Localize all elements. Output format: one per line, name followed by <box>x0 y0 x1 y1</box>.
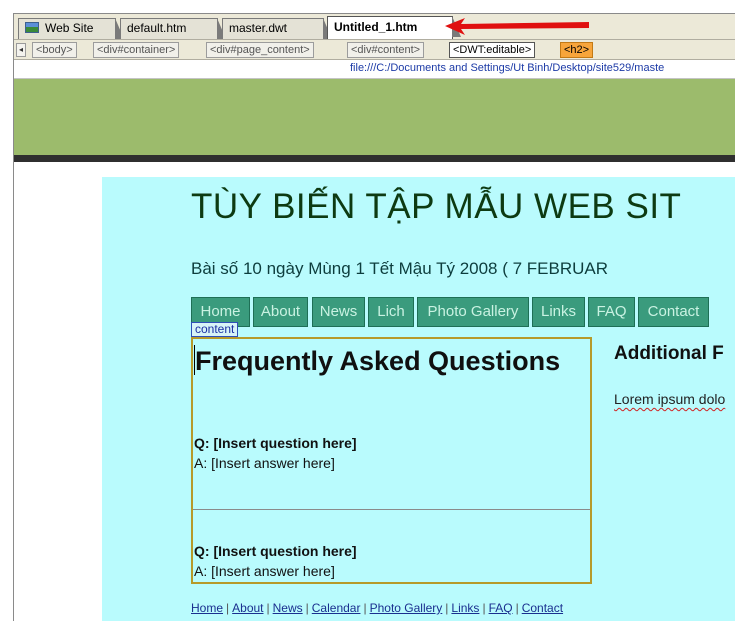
tab-label: master.dwt <box>229 21 288 35</box>
footer-link-contact[interactable]: Contact <box>522 601 563 615</box>
faq-heading[interactable]: Frequently Asked Questions <box>195 343 575 379</box>
faq-question-1[interactable]: Q: [Insert question here] <box>194 435 357 451</box>
tab-label: default.htm <box>127 21 187 35</box>
red-arrow-icon <box>445 18 589 35</box>
site-subtitle: Bài số 10 ngày Mùng 1 Tết Mậu Tý 2008 ( … <box>191 259 609 278</box>
tag-div-page-content[interactable]: <div#page_content> <box>206 42 314 58</box>
site-icon <box>25 22 39 33</box>
document-tab-bar: Web Site default.htm master.dwt Untitled… <box>14 14 735 39</box>
editor-window: Web Site default.htm master.dwt Untitled… <box>13 13 735 621</box>
tab-label: Web Site <box>45 21 94 35</box>
tab-web-site[interactable]: Web Site <box>18 18 124 39</box>
footer-separator: | <box>515 601 519 615</box>
nav-links[interactable]: Links <box>532 297 585 327</box>
footer-link-home[interactable]: Home <box>191 601 223 615</box>
tab-untitled-1-htm[interactable]: Untitled_1.htm <box>327 16 461 39</box>
header-divider <box>14 155 735 162</box>
footer-separator: | <box>226 601 230 615</box>
faq-question-2[interactable]: Q: [Insert question here] <box>194 543 357 559</box>
editable-region-content[interactable]: Frequently Asked Questions Q: [Insert qu… <box>191 337 592 584</box>
tag-selector-bar: ◂ <body> <div#container> <div#page_conte… <box>14 39 735 60</box>
file-path: file:///C:/Documents and Settings/Ut Bin… <box>350 62 665 74</box>
nav-news[interactable]: News <box>312 297 365 327</box>
footer-links: Home | About | News | Calendar | Photo Gallery | L… <box>191 601 563 615</box>
tab-label: Untitled_1.htm <box>334 20 418 34</box>
tag-h2-selected[interactable]: <h2> <box>560 42 594 58</box>
footer-link-links[interactable]: Links <box>451 601 479 615</box>
nav-faq[interactable]: FAQ <box>588 297 635 327</box>
design-view: TÙY BIẾN TẬP MẪU WEB SIT Bài số 10 ngày … <box>14 79 735 621</box>
header-band <box>14 79 735 155</box>
nav-about[interactable]: About <box>253 297 308 327</box>
tab-default-htm[interactable]: default.htm <box>120 18 226 39</box>
tag-div-container[interactable]: <div#container> <box>93 42 180 58</box>
footer-link-calendar[interactable]: Calendar <box>312 601 361 615</box>
footer-link-faq[interactable]: FAQ <box>489 601 513 615</box>
footer-separator: | <box>305 601 309 615</box>
nav-contact[interactable]: Contact <box>638 297 709 327</box>
footer-separator: | <box>363 601 367 615</box>
faq-answer-1[interactable]: A: [Insert answer here] <box>194 455 335 471</box>
sidebar-text: Lorem ipsum dolo <box>614 391 726 407</box>
page-container: TÙY BIẾN TẬP MẪU WEB SIT Bài số 10 ngày … <box>102 177 735 621</box>
faq-divider <box>193 509 590 510</box>
footer-link-news[interactable]: News <box>273 601 303 615</box>
tab-master-dwt[interactable]: master.dwt <box>222 18 332 39</box>
footer-link-photo-gallery[interactable]: Photo Gallery <box>370 601 443 615</box>
tag-dwt-editable[interactable]: <DWT:editable> <box>449 42 536 58</box>
scroll-left-icon[interactable]: ◂ <box>16 43 26 57</box>
faq-answer-2[interactable]: A: [Insert answer here] <box>194 563 335 579</box>
site-title: TÙY BIẾN TẬP MẪU WEB SIT <box>191 187 682 226</box>
footer-separator: | <box>482 601 486 615</box>
sidebar-heading: Additional F <box>614 343 724 364</box>
editable-region-label[interactable]: content <box>191 322 239 337</box>
nav-lich[interactable]: Lich <box>368 297 414 327</box>
file-path-bar: file:///C:/Documents and Settings/Ut Bin… <box>14 60 735 79</box>
tag-body[interactable]: <body> <box>32 42 77 58</box>
nav-photo-gallery[interactable]: Photo Gallery <box>417 297 529 327</box>
footer-link-about[interactable]: About <box>232 601 263 615</box>
footer-separator: | <box>266 601 270 615</box>
tag-div-content[interactable]: <div#content> <box>347 42 425 58</box>
